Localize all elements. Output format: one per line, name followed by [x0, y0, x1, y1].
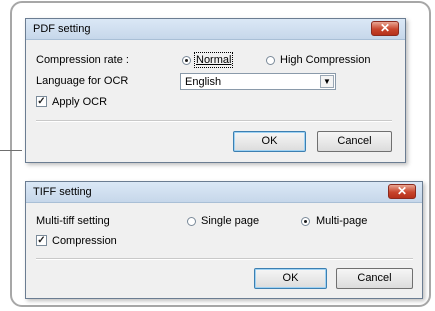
- apply-ocr-checkbox[interactable]: ✓: [36, 96, 47, 107]
- radio-high-compression-label[interactable]: High Compression: [280, 54, 370, 66]
- tiff-ok-button[interactable]: OK: [254, 268, 327, 289]
- pdf-close-button[interactable]: ✕: [371, 21, 399, 36]
- tiff-dialog-title: TIFF setting: [33, 186, 92, 198]
- tiff-cancel-button[interactable]: Cancel: [336, 268, 413, 289]
- multitiff-setting-label: Multi-tiff setting: [36, 215, 110, 227]
- apply-ocr-label[interactable]: Apply OCR: [52, 96, 107, 108]
- pdf-setting-dialog: PDF setting ✕ Compression rate : Normal …: [25, 18, 406, 163]
- radio-single-page-label[interactable]: Single page: [201, 215, 259, 227]
- radio-multi-page-label[interactable]: Multi-page: [316, 215, 367, 227]
- radio-normal[interactable]: [182, 56, 191, 65]
- connector-line: [0, 150, 22, 151]
- pdf-titlebar: PDF setting ✕: [26, 19, 405, 40]
- tiff-setting-dialog: TIFF setting ✕ Multi-tiff setting Single…: [25, 181, 423, 299]
- close-icon: ✕: [396, 184, 408, 198]
- compression-checkbox[interactable]: ✓: [36, 235, 47, 246]
- compression-label[interactable]: Compression: [52, 235, 117, 247]
- compression-rate-label: Compression rate :: [36, 54, 129, 66]
- language-select-value: English: [185, 76, 222, 88]
- checkmark-icon: ✓: [37, 96, 46, 107]
- radio-normal-label[interactable]: Normal: [193, 52, 234, 68]
- pdf-ok-button[interactable]: OK: [233, 131, 306, 152]
- radio-multi-page[interactable]: [301, 217, 310, 226]
- tiff-titlebar: TIFF setting ✕: [26, 182, 422, 203]
- language-select[interactable]: English ▼: [180, 73, 336, 90]
- checkmark-icon: ✓: [37, 235, 46, 246]
- radio-single-page[interactable]: [187, 217, 196, 226]
- tiff-close-button[interactable]: ✕: [388, 184, 416, 199]
- pdf-cancel-button[interactable]: Cancel: [317, 131, 392, 152]
- radio-high-compression[interactable]: [266, 56, 275, 65]
- chevron-down-icon[interactable]: ▼: [320, 75, 334, 88]
- tiff-separator: [36, 258, 413, 260]
- close-icon: ✕: [379, 21, 391, 35]
- pdf-separator: [36, 120, 392, 122]
- pdf-dialog-title: PDF setting: [33, 23, 91, 35]
- language-ocr-label: Language for OCR: [36, 75, 129, 87]
